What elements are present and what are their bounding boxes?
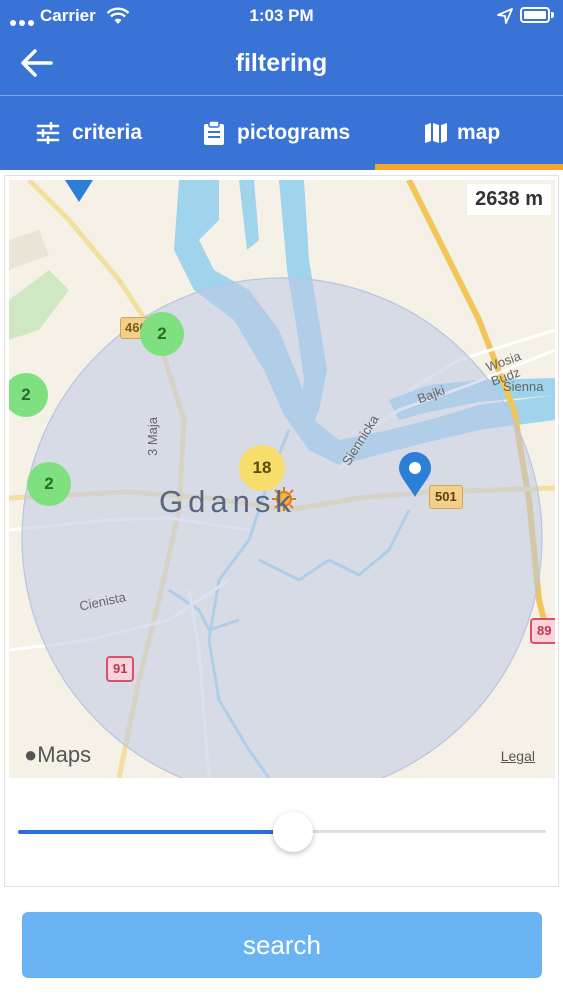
tab-pictograms[interactable]: pictograms [188,96,376,170]
map-cluster[interactable]: 2 [140,312,184,356]
tab-pictograms-label: pictograms [237,121,351,144]
tab-map[interactable]: map [376,96,563,170]
map-icon [425,123,447,143]
maps-attribution: ●Maps [24,742,91,768]
tab-map-label: map [457,121,501,144]
city-label: Gdansk [159,484,296,519]
map-view[interactable]: 3 Maja Cienista Siennicka Bajki Sienna W… [9,180,555,778]
legal-link[interactable]: Legal [501,748,535,764]
apple-logo-icon: ● [24,742,38,767]
radius-slider[interactable] [18,810,546,854]
search-radius-circle [21,277,543,778]
land-area [9,230,49,270]
nav-bar: filtering [0,32,563,96]
maps-attribution-text: Maps [37,742,92,767]
search-button[interactable]: search [22,912,542,978]
street-label-3-maja: 3 Maja [145,416,160,456]
map-pin-icon[interactable] [398,452,432,498]
clock: 1:03 PM [249,6,314,25]
road-badge: 91 [106,656,135,682]
tab-bar: criteria pictograms map [0,96,563,170]
distance-badge: 2638 m [467,184,551,215]
location-arrow-icon [497,8,513,24]
road-badge: 501 [429,485,463,509]
app-header: Carrier 1:03 PM filtering criteria picto… [0,0,563,170]
clipboard-icon [204,120,224,145]
road-badge: 89 [530,618,555,644]
map-pin-partial [65,180,93,202]
battery-tip [551,12,554,18]
page-title: filtering [235,49,328,77]
battery-icon [520,7,550,23]
dock [239,180,259,250]
status-bar: Carrier 1:03 PM [0,0,563,32]
tab-criteria[interactable]: criteria [0,96,188,170]
slider-fill [18,830,293,834]
active-tab-indicator [375,164,563,170]
map-cluster[interactable]: 2 [27,462,71,506]
tab-criteria-label: criteria [72,121,143,144]
park-area [9,270,69,340]
slider-thumb[interactable] [272,812,313,852]
sliders-icon [36,122,60,144]
